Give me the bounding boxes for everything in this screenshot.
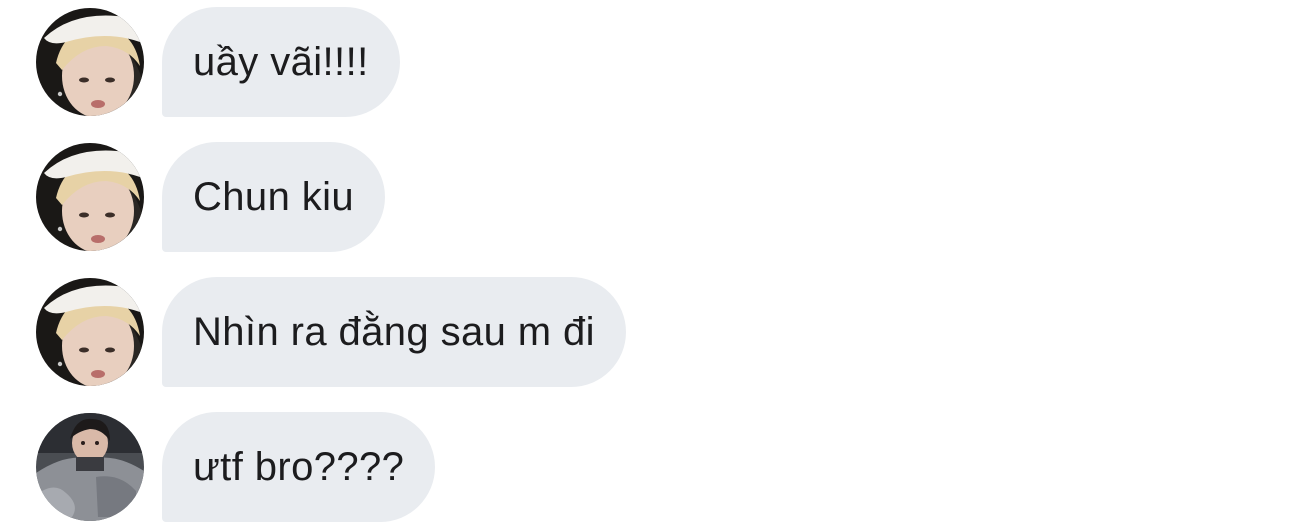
message-row: uầy vãi!!!! <box>0 0 1290 117</box>
message-row: ưtf bro???? <box>0 405 1290 522</box>
message-bubble[interactable]: ưtf bro???? <box>162 412 436 522</box>
message-text: Nhìn ra đằng sau m đi <box>193 309 595 354</box>
message-bubble[interactable]: Chun kiu <box>162 142 386 252</box>
avatar[interactable] <box>36 413 144 521</box>
message-row: Nhìn ra đằng sau m đi <box>0 270 1290 387</box>
message-text: Chun kiu <box>193 174 355 219</box>
avatar[interactable] <box>36 278 144 386</box>
avatar[interactable] <box>36 8 144 116</box>
message-bubble[interactable]: Nhìn ra đằng sau m đi <box>162 277 626 387</box>
message-text: ưtf bro???? <box>193 444 405 489</box>
message-row: Chun kiu <box>0 135 1290 252</box>
message-text: uầy vãi!!!! <box>193 39 369 84</box>
message-bubble[interactable]: uầy vãi!!!! <box>162 7 400 117</box>
avatar[interactable] <box>36 143 144 251</box>
